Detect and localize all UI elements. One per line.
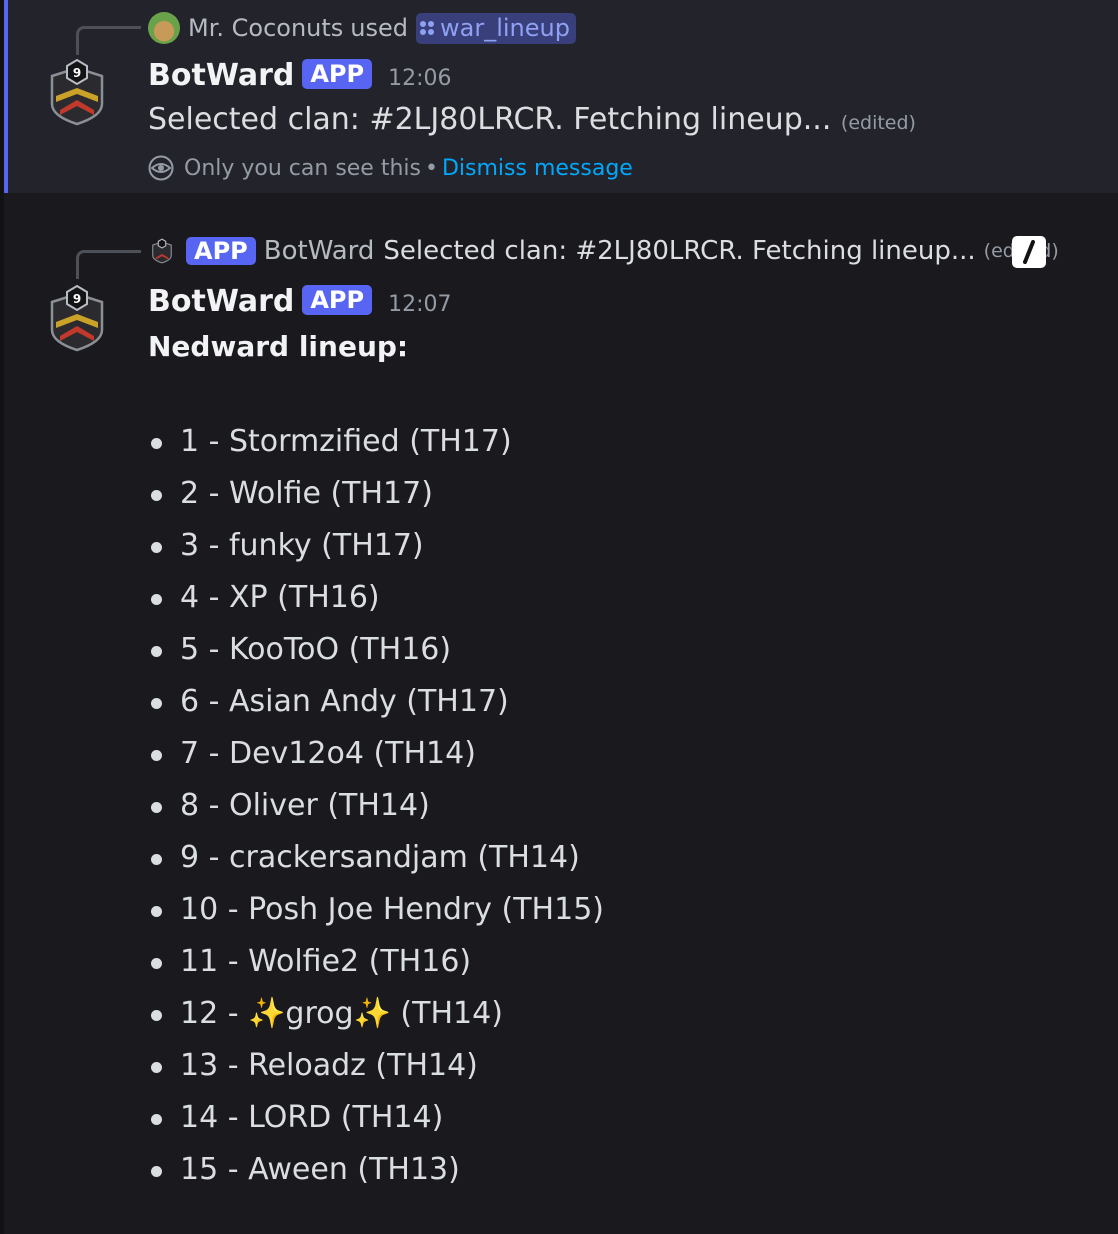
reply-spine [76,26,141,55]
user-avatar-icon[interactable] [148,12,180,44]
lineup-item: 10 - Posh Joe Hendry (TH15) [148,884,604,936]
ephemeral-accent-bar [4,0,8,193]
lineup-item: 15 - Aween (TH13) [148,1144,604,1196]
app-badge: APP [302,285,373,315]
author-name[interactable]: BotWard [148,284,294,319]
lineup-item: 1 - Stormzified (TH17) [148,416,604,468]
reply-spine [76,250,141,279]
botward-crest-icon[interactable]: 9 [50,284,104,352]
timestamp[interactable]: 12:07 [388,292,451,317]
svg-text:9: 9 [73,292,81,306]
reply-username[interactable]: Mr. Coconuts [188,14,343,42]
botward-crest-icon [152,238,172,264]
command-name: war_lineup [440,13,570,42]
botward-crest-icon[interactable]: 9 [50,58,104,126]
ephemeral-notice: Only you can see this • Dismiss message [148,155,633,181]
lineup-item: 12 - ✨grog✨ (TH14) [148,988,604,1040]
message-header: BotWard APP 12:07 [148,284,452,319]
lineup-item: 11 - Wolfie2 (TH16) [148,936,604,988]
reply-preview[interactable]: Selected clan: #2LJ80LRCR. Fetching line… [383,236,975,266]
separator: • [424,155,438,181]
command-dots-icon [420,20,435,35]
lineup-item: 6 - Asian Andy (TH17) [148,676,604,728]
reply-used-text: used [350,14,409,42]
lineup-item: 14 - LORD (TH14) [148,1092,604,1144]
ephemeral-text: Only you can see this [184,155,421,181]
lineup-item: 5 - KooToO (TH16) [148,624,604,676]
app-badge: APP [302,59,373,89]
dismiss-message-link[interactable]: Dismiss message [442,156,633,181]
eye-icon [148,155,174,181]
author-name[interactable]: BotWard [148,58,294,93]
timestamp[interactable]: 12:06 [388,66,451,91]
message-header: BotWard APP 12:06 [148,58,452,93]
command-mention[interactable]: war_lineup [416,12,576,44]
reply-reference[interactable]: APP BotWard Selected clan: #2LJ80LRCR. F… [152,236,1059,266]
slash-command-icon[interactable] [1012,236,1046,268]
lineup-list: 1 - Stormzified (TH17) 2 - Wolfie (TH17) 3… [148,416,604,1196]
lineup-item: 3 - funky (TH17) [148,520,604,572]
message-text: Selected clan: #2LJ80LRCR. Fetching line… [148,102,832,137]
lineup-item: 13 - Reloadz (TH14) [148,1040,604,1092]
message-content: Selected clan: #2LJ80LRCR. Fetching line… [148,102,916,137]
app-badge: APP [186,237,256,265]
edited-label: (edited) [840,112,916,134]
lineup-item: 2 - Wolfie (TH17) [148,468,604,520]
reply-author[interactable]: BotWard [264,236,375,266]
svg-text:9: 9 [73,66,81,80]
lineup-title: Nedward lineup: [148,330,409,363]
slash-glyph [1023,240,1035,264]
lineup-item: 9 - crackersandjam (TH14) [148,832,604,884]
command-reply-line[interactable]: Mr. Coconuts used war_lineup [148,12,576,44]
lineup-item: 8 - Oliver (TH14) [148,780,604,832]
lineup-item: 4 - XP (TH16) [148,572,604,624]
lineup-item: 7 - Dev12o4 (TH14) [148,728,604,780]
